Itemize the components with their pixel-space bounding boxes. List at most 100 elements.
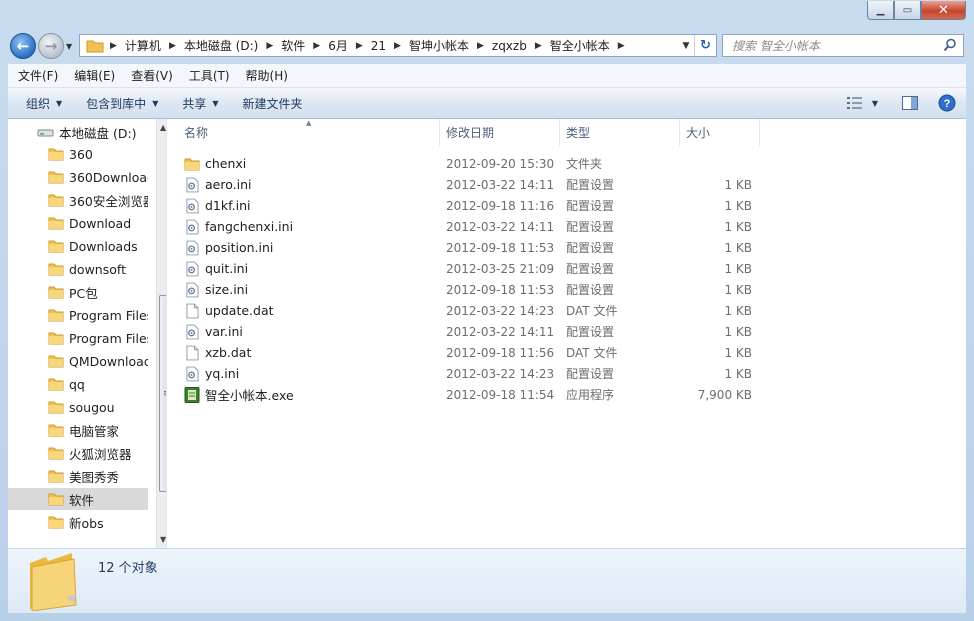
file-row[interactable]: d1kf.ini 2012-09-18 11:16 配置设置 1 KB	[167, 195, 966, 216]
sidebar-item-folder[interactable]: 美图秀秀	[8, 465, 148, 487]
breadcrumb-chevron-icon[interactable]: ▶	[535, 41, 542, 51]
folder-icon	[86, 40, 104, 52]
menu-help[interactable]: 帮助(H)	[238, 67, 296, 84]
folder-icon	[48, 193, 64, 207]
new-folder-button[interactable]: 新建文件夹	[234, 95, 312, 112]
change-view-button[interactable]: ▼	[846, 96, 878, 110]
refresh-button[interactable]: ↻	[694, 35, 716, 56]
column-header-modified[interactable]: 修改日期	[440, 119, 560, 146]
chevron-down-icon: ▼	[152, 98, 159, 108]
file-name-cell[interactable]: update.dat	[184, 300, 439, 321]
close-button[interactable]: ✕	[921, 1, 966, 20]
sidebar-item-folder[interactable]: Downloads	[8, 235, 148, 257]
file-name-cell[interactable]: fangchenxi.ini	[184, 216, 439, 237]
breadcrumb-item[interactable]: 21 ▶	[371, 39, 409, 53]
forward-button[interactable]: →	[38, 33, 64, 59]
scroll-down-icon[interactable]: ▼	[160, 535, 166, 544]
breadcrumb-chevron-icon[interactable]: ▶	[266, 41, 273, 51]
scrollbar-thumb[interactable]: ≡	[159, 295, 166, 492]
file-name-cell[interactable]: var.ini	[184, 321, 439, 342]
sidebar-item-label: Download	[69, 215, 132, 231]
sidebar-item-folder[interactable]: 软件	[8, 488, 148, 510]
file-name-cell[interactable]: size.ini	[184, 279, 439, 300]
menu-edit[interactable]: 编辑(E)	[66, 67, 123, 84]
file-row[interactable]: chenxi 2012-09-20 15:30 文件夹	[167, 153, 966, 174]
maximize-button[interactable]: ▭	[894, 1, 921, 20]
file-row[interactable]: position.ini 2012-09-18 11:53 配置设置 1 KB	[167, 237, 966, 258]
sidebar-item-folder[interactable]: downsoft	[8, 258, 148, 280]
sidebar-item-folder[interactable]: qq	[8, 373, 148, 395]
breadcrumb-chevron-icon[interactable]: ▶	[394, 41, 401, 51]
preview-pane-button[interactable]	[902, 96, 918, 110]
file-name-cell[interactable]: chenxi	[184, 153, 439, 174]
file-name-cell[interactable]: xzb.dat	[184, 342, 439, 363]
share-button[interactable]: 共享 ▼	[173, 95, 227, 112]
sidebar-item-folder[interactable]: 电脑管家	[8, 419, 148, 441]
include-in-library-button[interactable]: 包含到库中 ▼	[77, 95, 167, 112]
sidebar-item-folder[interactable]: 新obs	[8, 511, 148, 533]
search-input[interactable]: 搜索 智全小帐本	[722, 34, 964, 57]
file-row[interactable]: quit.ini 2012-03-25 21:09 配置设置 1 KB	[167, 258, 966, 279]
file-size: 1 KB	[724, 261, 752, 276]
back-button[interactable]: ←	[10, 33, 36, 59]
file-name-cell[interactable]: quit.ini	[184, 258, 439, 279]
menu-view[interactable]: 查看(V)	[123, 67, 181, 84]
address-history-dropdown[interactable]: ▼	[678, 41, 694, 51]
sidebar-item-folder[interactable]: sougou	[8, 396, 148, 418]
address-bar[interactable]: ▶ 计算机 ▶ 本地磁盘 (D:) ▶ 软件 ▶ 6月 ▶ 21 ▶ 智坤小帐本 ▶ zqxzb ▶ 智全小…	[79, 34, 717, 57]
file-row[interactable]: var.ini 2012-03-22 14:11 配置设置 1 KB	[167, 321, 966, 342]
file-name: xzb.dat	[205, 345, 252, 360]
breadcrumb-item[interactable]: zqxzb ▶	[492, 39, 550, 53]
file-row[interactable]: 智全小帐本.exe 2012-09-18 11:54 应用程序 7,900 KB	[167, 384, 966, 405]
help-button[interactable]: ?	[938, 94, 956, 112]
breadcrumb-item[interactable]: 智坤小帐本 ▶	[409, 37, 492, 54]
sidebar-item-folder[interactable]: 360	[8, 143, 148, 165]
file-name-cell[interactable]: position.ini	[184, 237, 439, 258]
file-row[interactable]: aero.ini 2012-03-22 14:11 配置设置 1 KB	[167, 174, 966, 195]
sidebar-item-folder[interactable]: Program Files	[8, 304, 148, 326]
sidebar-scrollbar[interactable]: ▲ ≡ ▼	[156, 119, 166, 548]
menu-tools[interactable]: 工具(T)	[181, 67, 238, 84]
sidebar-item-label: QMDownload	[69, 353, 148, 369]
sidebar-item-folder[interactable]: 360Downloads	[8, 166, 148, 188]
breadcrumb-item[interactable]: 智全小帐本 ▶	[550, 37, 633, 54]
sidebar-item-folder[interactable]: Program Files	[8, 327, 148, 349]
breadcrumb-separator[interactable]: ▶	[108, 41, 125, 51]
column-header-size[interactable]: 大小	[680, 119, 760, 146]
sidebar-item-folder[interactable]: Download	[8, 212, 148, 234]
column-header-type[interactable]: 类型	[560, 119, 680, 146]
sidebar-item-folder[interactable]: PC包	[8, 281, 148, 303]
svg-text:?: ?	[944, 98, 951, 110]
file-row[interactable]: yq.ini 2012-03-22 14:23 配置设置 1 KB	[167, 363, 966, 384]
file-name-cell[interactable]: aero.ini	[184, 174, 439, 195]
file-row[interactable]: size.ini 2012-09-18 11:53 配置设置 1 KB	[167, 279, 966, 300]
file-name-cell[interactable]: d1kf.ini	[184, 195, 439, 216]
sidebar-item-drive-d[interactable]: 本地磁盘 (D:)	[36, 121, 166, 143]
file-row[interactable]: fangchenxi.ini 2012-03-22 14:11 配置设置 1 KB	[167, 216, 966, 237]
menu-file[interactable]: 文件(F)	[10, 67, 66, 84]
file-name-cell[interactable]: yq.ini	[184, 363, 439, 384]
breadcrumb-chevron-icon[interactable]: ▶	[313, 41, 320, 51]
file-row[interactable]: update.dat 2012-03-22 14:23 DAT 文件 1 KB	[167, 300, 966, 321]
breadcrumb-item[interactable]: 6月 ▶	[328, 37, 371, 54]
column-header-name[interactable]: 名称	[178, 119, 440, 146]
breadcrumb-item[interactable]: 计算机 ▶	[125, 37, 184, 54]
breadcrumb-item[interactable]: 本地磁盘 (D:) ▶	[184, 37, 281, 54]
breadcrumb-chevron-icon[interactable]: ▶	[356, 41, 363, 51]
file-row[interactable]: xzb.dat 2012-09-18 11:56 DAT 文件 1 KB	[167, 342, 966, 363]
breadcrumb-chevron-icon[interactable]: ▶	[169, 41, 176, 51]
title-bar: ▁ ▭ ✕	[0, 0, 974, 32]
file-modified: 2012-03-22 14:11	[446, 177, 555, 192]
breadcrumb-chevron-icon[interactable]: ▶	[618, 41, 625, 51]
breadcrumb-chevron-icon[interactable]: ▶	[477, 41, 484, 51]
sidebar-item-folder[interactable]: 360安全浏览器	[8, 189, 148, 211]
scroll-up-icon[interactable]: ▲	[160, 123, 166, 132]
sidebar-item-folder[interactable]: QMDownload	[8, 350, 148, 372]
sidebar-item-folder[interactable]: 火狐浏览器	[8, 442, 148, 464]
recent-pages-dropdown[interactable]: ▼	[66, 42, 72, 51]
sidebar-item-label: Program Files	[69, 307, 148, 323]
breadcrumb-item[interactable]: 软件 ▶	[281, 37, 328, 54]
minimize-button[interactable]: ▁	[867, 1, 894, 20]
organize-button[interactable]: 组织 ▼	[17, 95, 71, 112]
file-name-cell[interactable]: 智全小帐本.exe	[184, 384, 439, 405]
